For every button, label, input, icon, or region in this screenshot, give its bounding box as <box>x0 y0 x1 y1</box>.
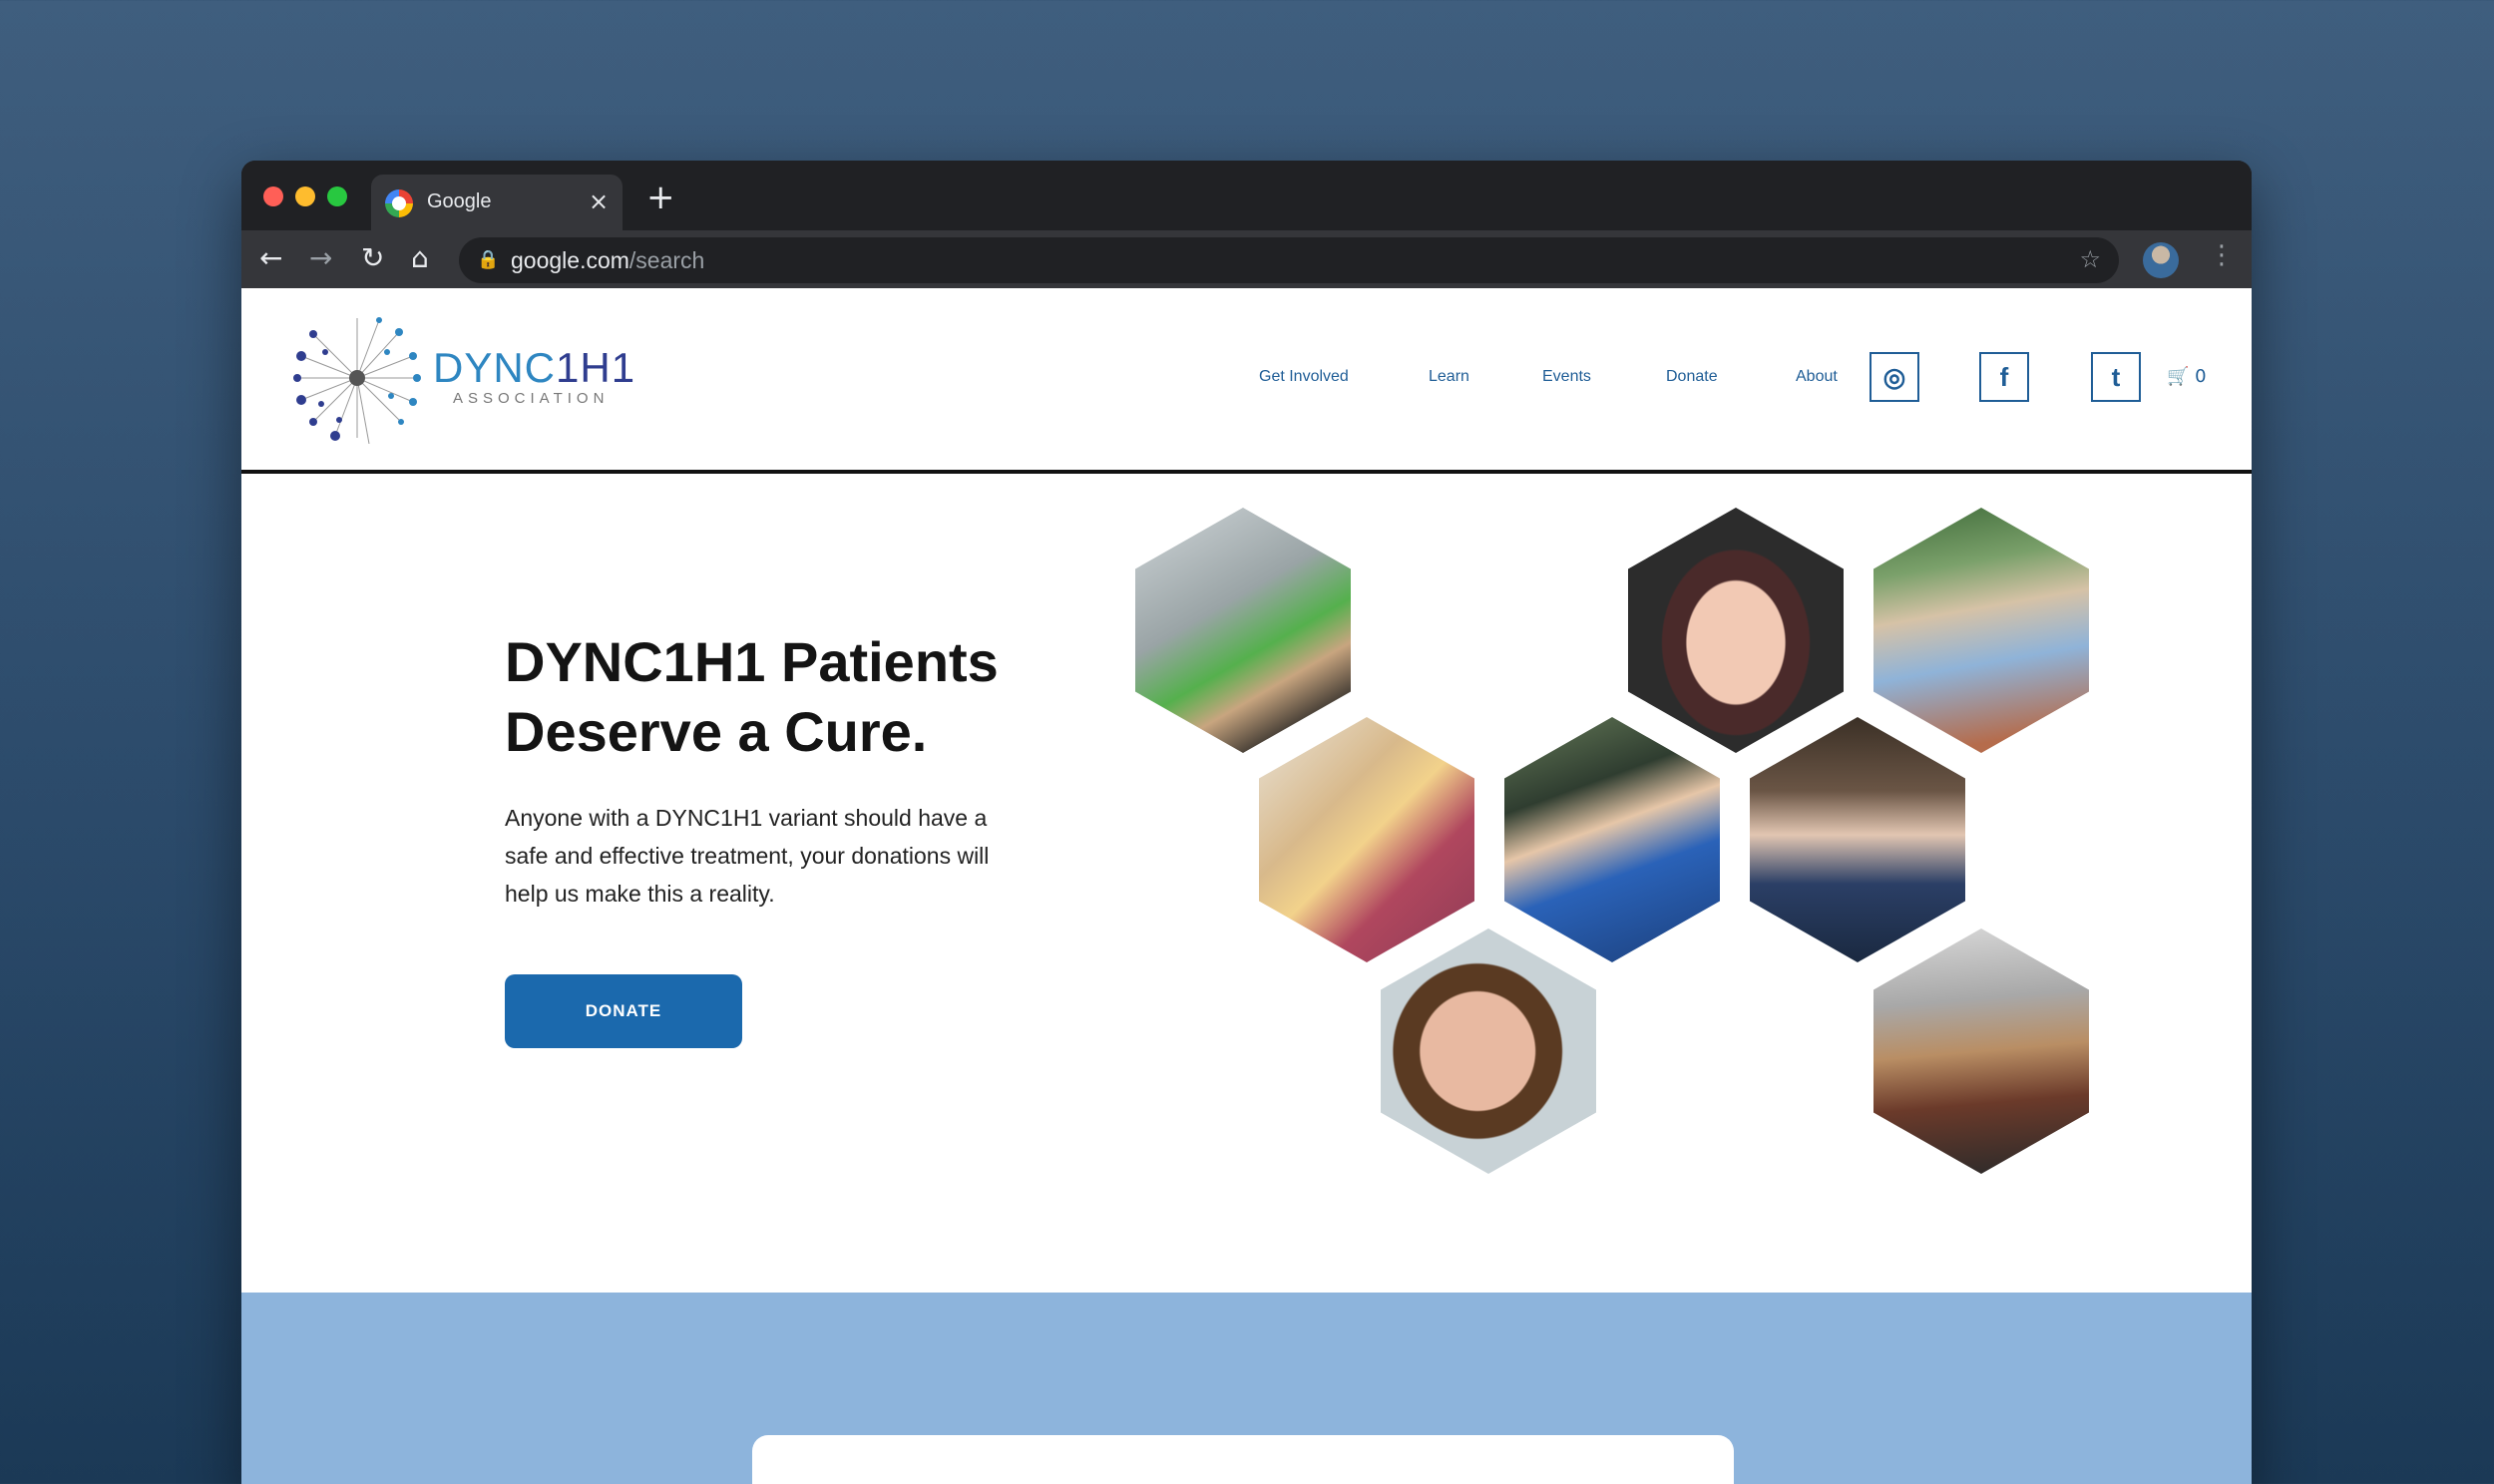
patient-photo <box>1504 717 1720 962</box>
cart-count: 0 <box>2195 366 2207 387</box>
hero-description: Anyone with a DYNC1H1 variant should hav… <box>505 805 990 907</box>
tab-title: Google <box>427 190 492 212</box>
browser-menu-icon[interactable]: ⋮ <box>2209 240 2235 270</box>
twitter-icon[interactable]: t <box>2091 352 2141 402</box>
tab-close-icon[interactable]: × <box>589 187 609 215</box>
minimize-window-button[interactable] <box>295 186 315 206</box>
logo-text-num2: 1 <box>611 344 636 391</box>
facebook-icon[interactable]: f <box>1979 352 2029 402</box>
lock-icon[interactable]: 🔒 <box>477 249 499 270</box>
nav-get-involved[interactable]: Get Involved <box>1259 368 1349 386</box>
maximize-window-button[interactable] <box>327 186 347 206</box>
nav-learn[interactable]: Learn <box>1429 368 1469 386</box>
browser-tab[interactable]: Google × <box>371 175 623 230</box>
address-url[interactable]: google.com/search <box>511 247 704 274</box>
bookmark-star-icon[interactable]: ☆ <box>2079 245 2101 273</box>
logo-text-h: H <box>580 344 612 391</box>
patient-photo <box>1750 717 1965 962</box>
patient-photo <box>1259 717 1474 962</box>
patient-photo <box>1873 928 2089 1174</box>
web-page: DYNC1H1 ASSOCIATION Get Involved Learn E… <box>241 288 2252 1484</box>
content-card <box>752 1435 1734 1484</box>
profile-avatar[interactable] <box>2143 242 2179 278</box>
logo-subtitle: ASSOCIATION <box>453 390 610 407</box>
logo-text-num1: 1 <box>556 344 581 391</box>
patient-photo <box>1873 508 2089 753</box>
address-bar[interactable]: 🔒 google.com/search ☆ <box>459 237 2119 283</box>
donate-button[interactable]: DONATE <box>505 974 742 1048</box>
home-icon[interactable]: ⌂ <box>411 242 429 274</box>
url-host: google.com <box>511 247 629 273</box>
nav-about[interactable]: About <box>1796 368 1838 386</box>
logo-text-main: DYNC <box>433 344 557 391</box>
browser-window: Google × + ← → ↻ ⌂ 🔒 google.com/search ☆… <box>241 161 2252 1484</box>
site-header: DYNC1H1 ASSOCIATION Get Involved Learn E… <box>241 288 2252 474</box>
new-tab-button[interactable]: + <box>646 181 675 214</box>
hero-title: DYNC1H1 Patients Deserve a Cure. <box>505 630 999 763</box>
patient-photo <box>1381 928 1596 1174</box>
cart-icon: 🛒 <box>2167 366 2190 387</box>
url-path: /search <box>628 247 705 273</box>
logo-wordmark[interactable]: DYNC1H1 <box>433 344 635 392</box>
nav-donate[interactable]: Donate <box>1666 368 1718 386</box>
dandelion-logo-icon[interactable] <box>291 312 423 444</box>
browser-toolbar: ← → ↻ ⌂ 🔒 google.com/search ☆ ⋮ <box>241 230 2252 288</box>
patient-photo <box>1628 508 1844 753</box>
forward-arrow-icon[interactable]: → <box>309 242 332 274</box>
title-bar: Google × + <box>241 161 2252 230</box>
nav-events[interactable]: Events <box>1542 368 1591 386</box>
instagram-icon[interactable]: ◎ <box>1870 352 1919 402</box>
patient-photo <box>1135 508 1351 753</box>
cart-button[interactable]: 🛒 0 <box>2167 366 2207 387</box>
google-favicon-icon <box>385 189 413 217</box>
close-window-button[interactable] <box>263 186 283 206</box>
back-arrow-icon[interactable]: ← <box>259 242 282 274</box>
reload-icon[interactable]: ↻ <box>361 242 384 274</box>
